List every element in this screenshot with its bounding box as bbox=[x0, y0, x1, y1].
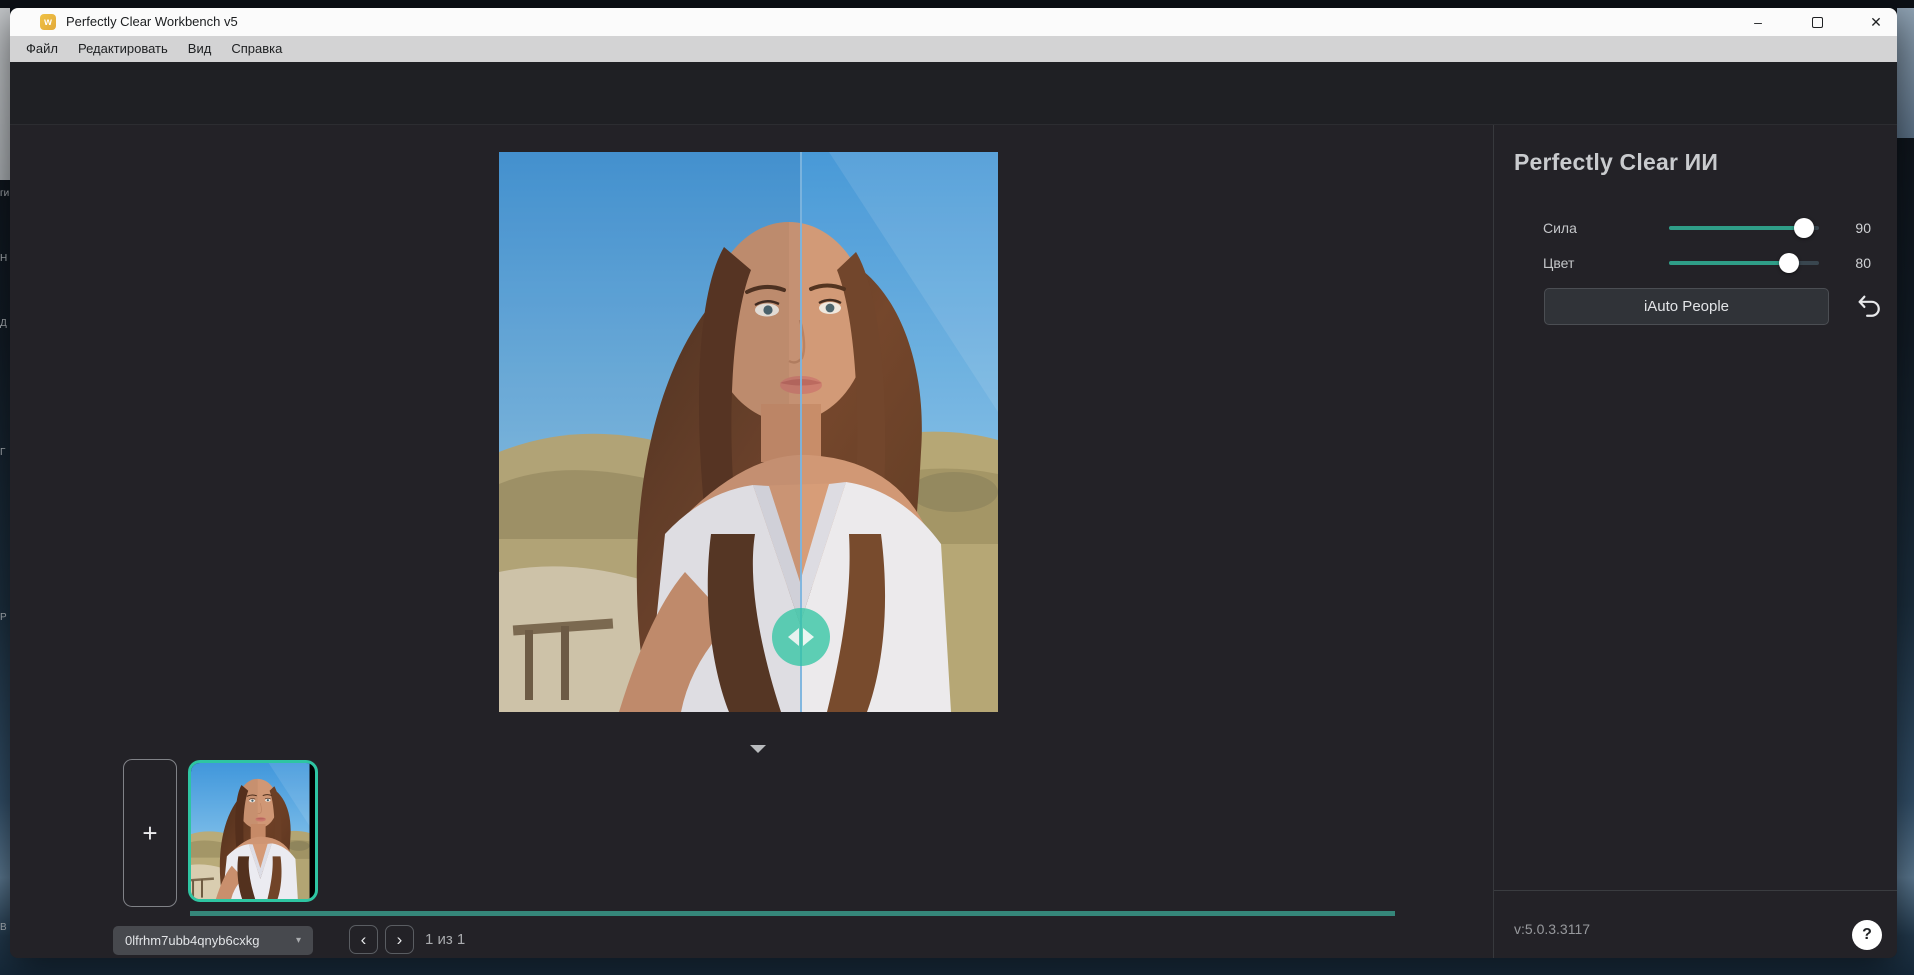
app-window: w Perfectly Clear Workbench v5 – ✕ Файл … bbox=[10, 8, 1897, 958]
color-slider[interactable] bbox=[1669, 261, 1819, 265]
desktop-icon-label-fragment: Р bbox=[0, 612, 10, 623]
image-thumbnail[interactable] bbox=[188, 760, 318, 902]
slider-row-strength: Сила 90 bbox=[1494, 213, 1897, 243]
desktop-left-strip bbox=[0, 8, 10, 180]
menu-bar: Файл Редактировать Вид Справка bbox=[10, 36, 1897, 62]
slider-fill bbox=[1669, 226, 1804, 230]
next-image-button[interactable]: › bbox=[385, 925, 414, 954]
slider-thumb[interactable] bbox=[1779, 253, 1799, 273]
chevron-down-icon: ▾ bbox=[296, 935, 301, 946]
strength-slider[interactable] bbox=[1669, 226, 1819, 230]
image-name: 0lfrhm7ubb4qnyb6cxkg bbox=[125, 933, 259, 948]
menu-help[interactable]: Справка bbox=[221, 36, 292, 62]
previous-image-button[interactable]: ‹ bbox=[349, 925, 378, 954]
close-button[interactable]: ✕ bbox=[1856, 8, 1896, 36]
iauto-people-button[interactable]: iAuto People bbox=[1544, 288, 1829, 325]
help-button[interactable]: ? bbox=[1852, 920, 1882, 950]
split-handle[interactable] bbox=[772, 608, 830, 666]
version-label: v:5.0.3.3117 bbox=[1514, 921, 1590, 937]
filmstrip-collapse-arrow-icon[interactable] bbox=[750, 745, 766, 753]
maximize-button[interactable] bbox=[1797, 8, 1837, 36]
minimize-button[interactable]: – bbox=[1738, 8, 1778, 36]
app-icon: w bbox=[40, 14, 56, 30]
slider-label: Цвет bbox=[1543, 248, 1574, 278]
slider-row-color: Цвет 80 bbox=[1494, 248, 1897, 278]
split-handle-right-arrow-icon bbox=[803, 628, 814, 646]
slider-thumb[interactable] bbox=[1794, 218, 1814, 238]
title-bar: w Perfectly Clear Workbench v5 – ✕ bbox=[10, 8, 1897, 36]
slider-label: Сила bbox=[1543, 213, 1577, 243]
filmstrip-progress-bar bbox=[190, 911, 1395, 916]
menu-edit[interactable]: Редактировать bbox=[68, 36, 178, 62]
desktop-icon-label-fragment: ги bbox=[0, 188, 10, 199]
canvas-area: + 0lfrhm7ubb4qnyb6cxkg ▾ ‹ › 1 из 1 Perf… bbox=[10, 125, 1897, 958]
slider-value: 90 bbox=[1831, 213, 1871, 243]
toolbar: − + 54% Простой режим Режим редактирован… bbox=[10, 62, 1897, 125]
photo-before-after bbox=[499, 152, 998, 712]
window-title: Perfectly Clear Workbench v5 bbox=[66, 8, 238, 36]
maximize-icon bbox=[1812, 17, 1823, 28]
add-image-button[interactable]: + bbox=[123, 759, 177, 907]
desktop-icon-label-fragment: Г bbox=[0, 447, 10, 458]
adjustments-panel: Perfectly Clear ИИ Сила 90 Цвет 80 bbox=[1493, 125, 1897, 958]
image-name-dropdown[interactable]: 0lfrhm7ubb4qnyb6cxkg ▾ bbox=[113, 926, 313, 955]
image-counter: 1 из 1 bbox=[425, 925, 465, 954]
slider-value: 80 bbox=[1831, 248, 1871, 278]
reset-icon[interactable] bbox=[1856, 293, 1882, 319]
photo-canvas[interactable] bbox=[499, 152, 998, 712]
panel-title: Perfectly Clear ИИ bbox=[1514, 149, 1718, 176]
slider-fill bbox=[1669, 261, 1789, 265]
thumbnail-image bbox=[191, 763, 315, 899]
panel-footer-divider bbox=[1494, 890, 1897, 891]
desktop-right-strip bbox=[1897, 8, 1914, 138]
menu-view[interactable]: Вид bbox=[178, 36, 222, 62]
desktop-icon-label-fragment: В bbox=[0, 922, 10, 933]
split-handle-left-arrow-icon bbox=[788, 628, 799, 646]
menu-file[interactable]: Файл bbox=[16, 36, 68, 62]
desktop-icon-label-fragment: Н bbox=[0, 253, 10, 264]
desktop: ги Н Д Г Р В w Perfectly Clear Workbench… bbox=[0, 0, 1914, 975]
desktop-icon-label-fragment: Д bbox=[0, 318, 10, 329]
